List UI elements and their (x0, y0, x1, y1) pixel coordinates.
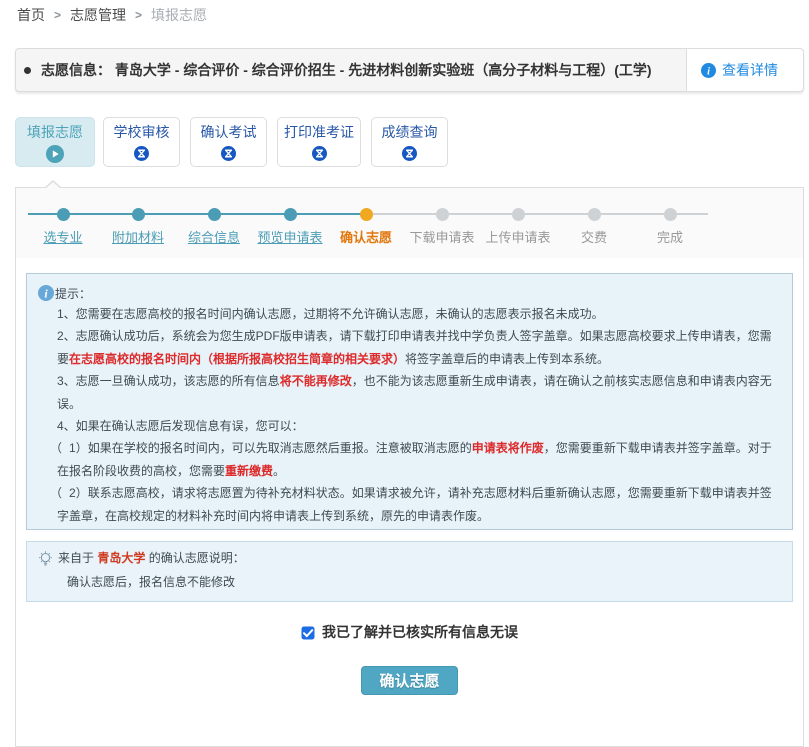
svg-text:i: i (707, 66, 710, 77)
